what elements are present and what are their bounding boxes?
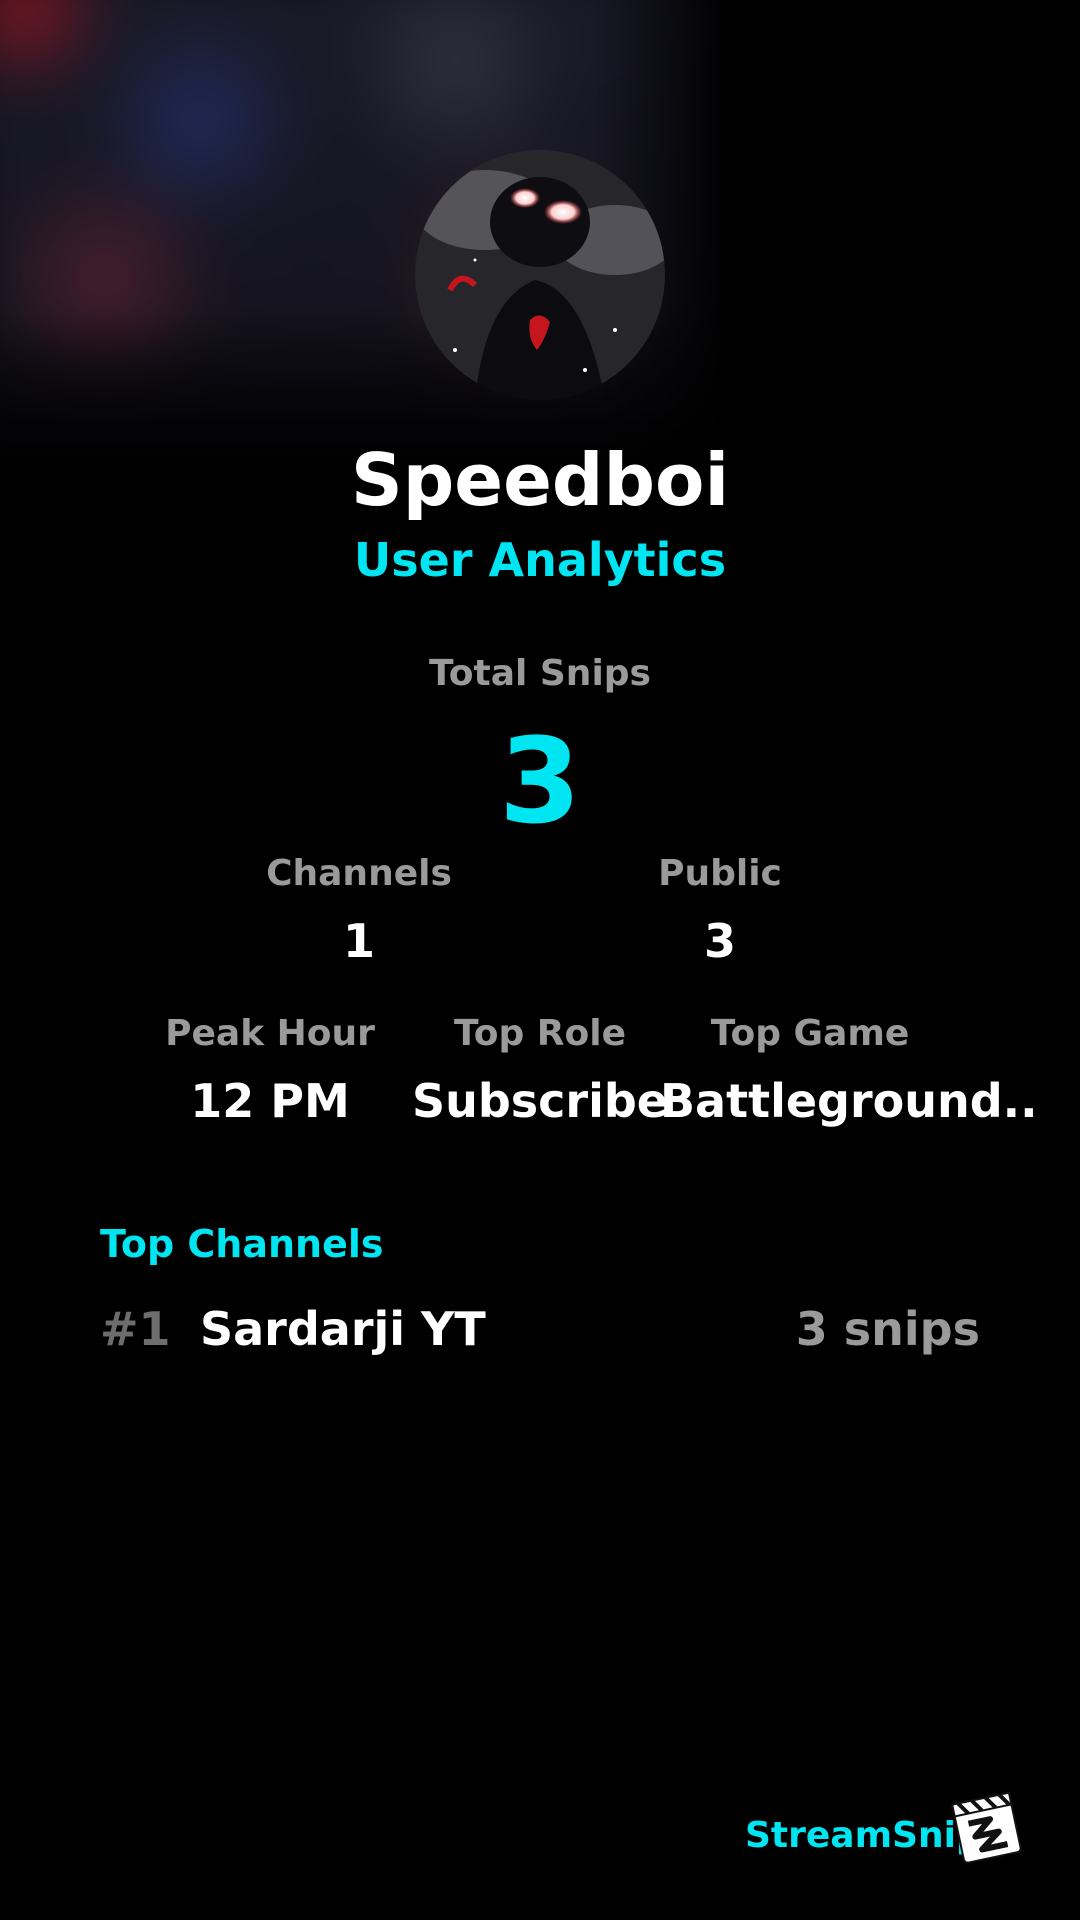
- stat-label: Public: [658, 853, 782, 894]
- username: Speedboi: [350, 438, 730, 522]
- stat-value: Battleground..: [660, 1074, 1038, 1128]
- stat-label: Channels: [266, 853, 452, 894]
- stat-top-role: Top Role Subscribe: [400, 1013, 680, 1128]
- stat-channels: Channels 1: [209, 853, 509, 968]
- stat-label: Top Game: [710, 1013, 910, 1054]
- stat-label: Peak Hour: [165, 1013, 375, 1054]
- stat-value: 3: [703, 914, 736, 968]
- avatar-image: [415, 150, 665, 400]
- brand-name: StreamSnip: [745, 1815, 982, 1856]
- channel-snip-count: 3 snips: [795, 1302, 980, 1356]
- stat-label: Top Role: [453, 1013, 627, 1054]
- top-channels-title: Top Channels: [100, 1222, 384, 1266]
- total-snips-label: Total Snips: [429, 653, 651, 694]
- stat-value: Subscribe: [411, 1074, 669, 1128]
- clapperboard-icon: [948, 1790, 1026, 1868]
- stat-top-game: Top Game Battleground..: [660, 1013, 1038, 1128]
- channel-name: Sardarji YT: [200, 1302, 486, 1356]
- stat-peak-hour: Peak Hour 12 PM: [120, 1013, 420, 1128]
- stat-public: Public 3: [570, 853, 870, 968]
- stat-value: 12 PM: [190, 1074, 350, 1128]
- page-subtitle: User Analytics: [353, 533, 727, 587]
- channel-rank: #1: [100, 1302, 171, 1356]
- avatar: [415, 150, 665, 400]
- total-snips-value: 3: [498, 712, 582, 850]
- list-item[interactable]: #1 Sardarji YT 3 snips: [100, 1302, 980, 1362]
- stat-value: 1: [342, 914, 375, 968]
